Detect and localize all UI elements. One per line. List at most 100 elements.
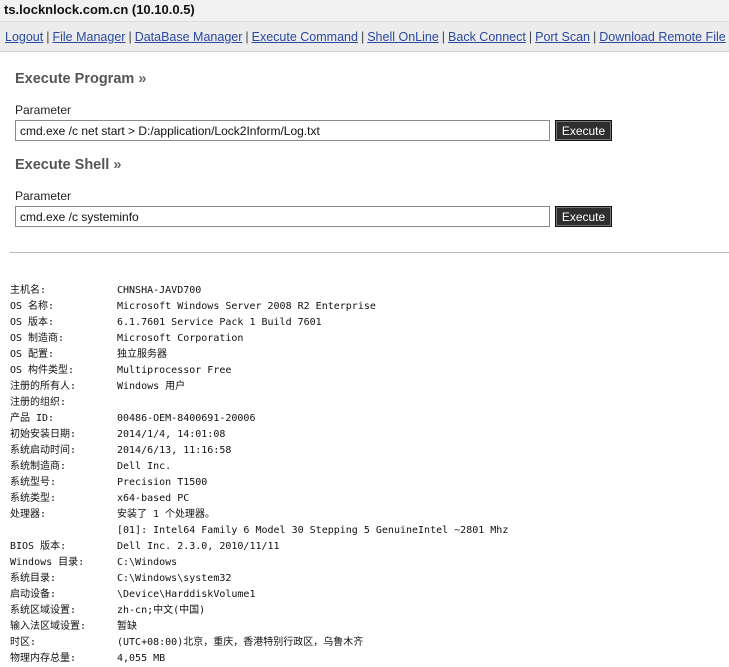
- output-key: 系统制造商:: [10, 461, 67, 472]
- output-key: 注册的所有人:: [10, 381, 77, 392]
- output-row: 系统制造商: Dell Inc.: [10, 459, 725, 475]
- output-value: 2014/1/4, 14:01:08: [117, 429, 226, 440]
- output-key: OS 构件类型:: [10, 365, 75, 376]
- output-row: 系统区域设置: zh-cn;中文(中国): [10, 603, 725, 619]
- output-key: OS 版本:: [10, 317, 55, 328]
- nav-separator: |: [528, 30, 533, 44]
- raquo-icon: »: [113, 157, 122, 173]
- output-row: OS 构件类型: Multiprocessor Free: [10, 363, 725, 379]
- execute-program-title: Execute Program: [15, 71, 135, 87]
- execute-shell-heading: Execute Shell »: [15, 157, 121, 173]
- output-key: 系统类型:: [10, 493, 57, 504]
- output-value: C:\Windows: [117, 557, 178, 568]
- output-value: 00486-OEM-8400691-20006: [117, 413, 256, 424]
- output-key: 系统型号:: [10, 477, 57, 488]
- output-value: Multiprocessor Free: [117, 365, 232, 376]
- output-row: 时区: (UTC+08:00)北京，重庆，香港特别行政区，乌鲁木齐: [10, 635, 725, 651]
- output-value: Dell Inc. 2.3.0, 2010/11/11: [117, 541, 280, 552]
- output-key: 物理内存总量:: [10, 653, 77, 664]
- output-value: 安装了 1 个处理器。: [117, 509, 216, 520]
- output-row: OS 名称: Microsoft Windows Server 2008 R2 E…: [10, 299, 725, 315]
- nav-separator: |: [360, 30, 365, 44]
- raquo-icon: »: [138, 71, 147, 87]
- output-key: 处理器:: [10, 509, 47, 520]
- output-row: 注册的所有人: Windows 用户: [10, 379, 725, 395]
- nav-menu: Logout | File Manager | DataBase Manager | Exe…: [0, 22, 729, 52]
- output-row: OS 制造商: Microsoft Corporation: [10, 331, 725, 347]
- output-row: 初始安装日期: 2014/1/4, 14:01:08: [10, 427, 725, 443]
- nav-separator: |: [441, 30, 446, 44]
- nav-download-remote-file[interactable]: Download Remote File: [599, 30, 725, 44]
- output-key: 启动设备:: [10, 589, 57, 600]
- output-row: 系统类型: x64-based PC: [10, 491, 725, 507]
- output-key: 主机名:: [10, 285, 47, 296]
- execute-shell-button[interactable]: Execute: [555, 206, 612, 227]
- output-key: 系统目录:: [10, 573, 57, 584]
- output-value: \Device\HarddiskVolume1: [117, 589, 256, 600]
- output-row: OS 配置: 独立服务器: [10, 347, 725, 363]
- output-row: 注册的组织:: [10, 395, 725, 411]
- output-key: [10, 523, 117, 539]
- output-key: 初始安装日期:: [10, 429, 77, 440]
- nav-database-manager[interactable]: DataBase Manager: [135, 30, 243, 44]
- output-key: 注册的组织:: [10, 397, 67, 408]
- output-value: 暂缺: [117, 621, 137, 632]
- output-row: BIOS 版本: Dell Inc. 2.3.0, 2010/11/11: [10, 539, 725, 555]
- output-key: OS 名称:: [10, 301, 55, 312]
- execute-shell-input[interactable]: [15, 206, 550, 227]
- output-row: [01]: Intel64 Family 6 Model 30 Stepping…: [10, 523, 725, 539]
- nav-separator: |: [593, 30, 597, 44]
- output-key: 输入法区域设置:: [10, 621, 87, 632]
- output-value: 独立服务器: [117, 349, 167, 360]
- output-key: 系统区域设置:: [10, 605, 77, 616]
- nav-shell-online[interactable]: Shell OnLine: [367, 30, 439, 44]
- output-value: [01]: Intel64 Family 6 Model 30 Stepping…: [117, 525, 509, 536]
- nav-separator: |: [128, 30, 132, 44]
- execute-program-heading: Execute Program »: [15, 71, 146, 87]
- output-value: x64-based PC: [117, 493, 190, 504]
- output-key: Windows 目录:: [10, 557, 85, 568]
- output-value: 6.1.7601 Service Pack 1 Build 7601: [117, 317, 322, 328]
- output-row: 主机名: CHNSHA-JAVD700: [10, 283, 725, 299]
- output-value: Microsoft Corporation: [117, 333, 244, 344]
- nav-separator: |: [245, 30, 249, 44]
- output-key: 时区:: [10, 637, 37, 648]
- output-row: 系统目录: C:\Windows\system32: [10, 571, 725, 587]
- nav-port-scan[interactable]: Port Scan: [535, 30, 590, 44]
- nav-execute-command[interactable]: Execute Command: [252, 30, 358, 44]
- output-key: 产品 ID:: [10, 413, 55, 424]
- nav-logout[interactable]: Logout: [5, 30, 43, 44]
- output-value: (UTC+08:00)北京，重庆，香港特别行政区，乌鲁木齐: [117, 637, 364, 648]
- output-key: 系统启动时间:: [10, 445, 77, 456]
- output-value: Windows 用户: [117, 381, 186, 392]
- section-divider: [10, 252, 729, 253]
- output-row: 启动设备: \Device\HarddiskVolume1: [10, 587, 725, 603]
- output-row: 处理器: 安装了 1 个处理器。: [10, 507, 725, 523]
- execute-program-input[interactable]: [15, 120, 550, 141]
- execute-program-param-label: Parameter: [15, 103, 72, 117]
- output-value: Precision T1500: [117, 477, 208, 488]
- output-key: OS 配置:: [10, 349, 55, 360]
- output-row: OS 版本: 6.1.7601 Service Pack 1 Build 7601: [10, 315, 725, 331]
- output-value: Microsoft Windows Server 2008 R2 Enterpr…: [117, 301, 376, 312]
- execute-program-button[interactable]: Execute: [555, 120, 612, 141]
- window-title: ts.locknlock.com.cn (10.10.0.5): [0, 0, 729, 22]
- output-value: 2014/6/13, 11:16:58: [117, 445, 232, 456]
- output-row: Windows 目录: C:\Windows: [10, 555, 725, 571]
- output-value: 4,055 MB: [117, 653, 166, 664]
- output-row: 物理内存总量: 4,055 MB: [10, 651, 725, 667]
- command-output: 主机名: CHNSHA-JAVD700 OS 名称: Microsoft Windo…: [10, 283, 725, 667]
- output-key: BIOS 版本:: [10, 541, 67, 552]
- output-row: 系统型号: Precision T1500: [10, 475, 725, 491]
- output-value: CHNSHA-JAVD700: [117, 285, 202, 296]
- execute-shell-param-label: Parameter: [15, 189, 72, 203]
- output-row: 产品 ID: 00486-OEM-8400691-20006: [10, 411, 725, 427]
- output-row: 系统启动时间: 2014/6/13, 11:16:58: [10, 443, 725, 459]
- output-value: C:\Windows\system32: [117, 573, 232, 584]
- execute-shell-title: Execute Shell: [15, 157, 110, 173]
- nav-back-connect[interactable]: Back Connect: [448, 30, 526, 44]
- output-row: 输入法区域设置: 暂缺: [10, 619, 725, 635]
- output-value: Dell Inc.: [117, 461, 172, 472]
- output-value: zh-cn;中文(中国): [117, 605, 206, 616]
- nav-file-manager[interactable]: File Manager: [52, 30, 125, 44]
